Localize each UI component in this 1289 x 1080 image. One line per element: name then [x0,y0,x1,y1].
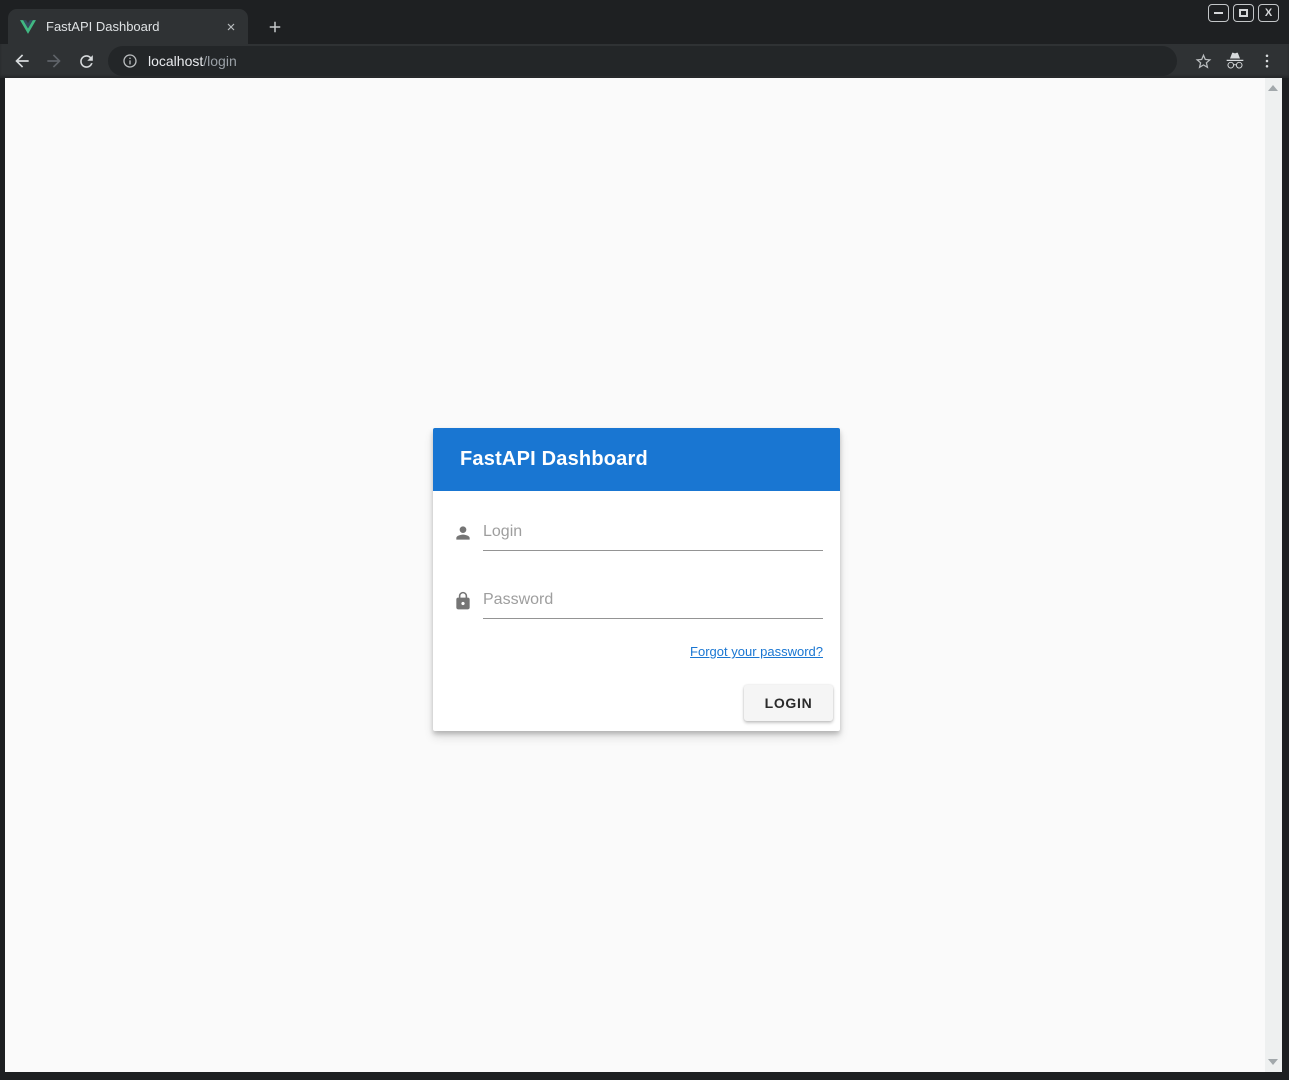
page-info-icon[interactable] [122,53,138,69]
login-card-title: FastAPI Dashboard [460,448,648,471]
login-field-row [453,523,823,551]
url-path: /login [203,53,236,69]
login-card: FastAPI Dashboard Forgot your password? … [433,428,840,731]
url-text: localhost/login [148,53,237,69]
window-controls: X [1208,4,1279,22]
minimize-icon [1214,12,1223,14]
page-viewport: FastAPI Dashboard Forgot your password? … [5,78,1282,1072]
browser-toolbar: localhost/login [0,44,1289,78]
browser-tabstrip: FastAPI Dashboard X [0,0,1289,44]
url-host: localhost [148,53,203,69]
vue-logo-icon [20,19,37,35]
scroll-up-arrow-icon[interactable] [1268,85,1278,91]
browser-menu-button[interactable] [1251,46,1283,76]
address-bar[interactable]: localhost/login [108,46,1177,76]
window-maximize-button[interactable] [1233,4,1254,22]
tab-title: FastAPI Dashboard [46,19,222,34]
window-close-button[interactable]: X [1258,4,1279,22]
tab-close-icon[interactable] [222,18,240,36]
person-icon [453,523,473,543]
close-icon: X [1265,8,1272,19]
login-input[interactable] [483,523,823,551]
back-button[interactable] [6,46,38,76]
password-input[interactable] [483,591,823,619]
scroll-down-arrow-icon[interactable] [1268,1059,1278,1065]
login-card-header: FastAPI Dashboard [433,428,840,491]
maximize-icon [1239,9,1248,17]
forward-button[interactable] [38,46,70,76]
login-button[interactable]: LOGIN [744,685,833,721]
password-field-row [453,591,823,619]
new-tab-button[interactable] [262,14,288,40]
bookmark-star-button[interactable] [1187,46,1219,76]
page-scrollbar[interactable] [1265,78,1282,1072]
browser-tab[interactable]: FastAPI Dashboard [8,9,248,44]
forgot-password-link[interactable]: Forgot your password? [690,644,823,659]
incognito-icon [1219,46,1251,76]
window-minimize-button[interactable] [1208,4,1229,22]
lock-icon [453,591,473,611]
reload-button[interactable] [70,46,102,76]
